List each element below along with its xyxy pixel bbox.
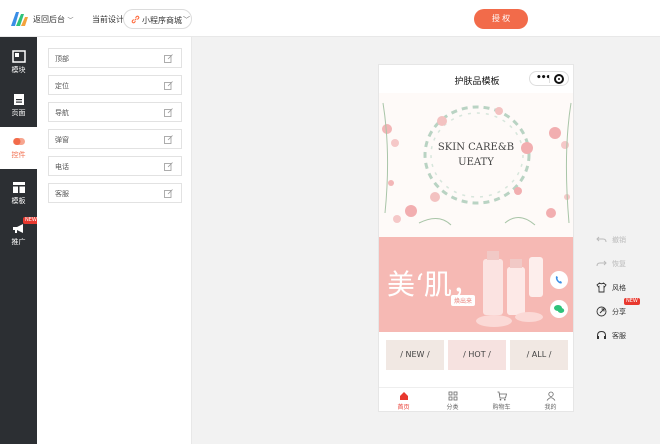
shirt-icon <box>596 282 607 293</box>
phone-icon <box>551 272 567 288</box>
edit-icon[interactable] <box>164 54 173 63</box>
mini-program-select-value: 小程序商城 <box>142 16 182 25</box>
home-icon <box>399 392 408 400</box>
sidebar-item-label: 模块 <box>11 66 26 74</box>
edit-icon[interactable] <box>164 108 173 117</box>
category-all-button[interactable]: / ALL / <box>510 340 568 370</box>
customer-service-button[interactable]: 客服 <box>596 328 656 344</box>
widget-icon <box>12 138 25 145</box>
tab-profile[interactable]: 我的 <box>526 388 573 411</box>
template-icon <box>12 182 25 193</box>
phone-title-bar: 护肤品模板 ••• <box>379 65 573 93</box>
sidebar-item-module[interactable]: 模块 <box>0 42 37 82</box>
component-label: 导航 <box>55 109 69 117</box>
app-logo[interactable] <box>9 8 29 28</box>
sidebar-item-label: 页面 <box>11 109 26 117</box>
undo-label: 撤销 <box>612 236 626 244</box>
edit-icon[interactable] <box>164 81 173 90</box>
banner-subtext: 焕出来 <box>451 295 476 306</box>
authorize-button[interactable]: 授 权 <box>474 9 528 29</box>
hero-text: SKIN CARE&B UEATY <box>427 140 525 170</box>
edit-icon[interactable] <box>164 135 173 144</box>
component-label: 定位 <box>55 82 69 90</box>
phone-call-button[interactable] <box>550 271 568 289</box>
redo-button[interactable]: 恢复 <box>596 256 656 272</box>
category-row: / NEW / / HOT / / ALL / <box>379 332 573 382</box>
share-label: 分享 <box>612 308 626 316</box>
chevron-down-icon: ﹀ <box>67 17 74 24</box>
component-item-phone[interactable]: 电话 <box>48 156 182 176</box>
back-to-admin-link[interactable]: 返回后台 ﹀ <box>33 14 74 25</box>
top-bar: 返回后台 ﹀ 当前设计 小程序商城 ﹀ 授 权 <box>0 0 660 37</box>
phone-preview: 护肤品模板 ••• SKIN CARE&B UEATY 美‘肌， 焕出来 / N… <box>378 64 574 412</box>
component-label: 弹窗 <box>55 136 69 144</box>
mini-program-select[interactable]: 小程序商城 ﹀ <box>123 9 192 29</box>
wechat-service-button[interactable] <box>550 300 568 318</box>
headset-icon <box>597 330 606 339</box>
hero-text-line-1: SKIN CARE&B <box>437 142 515 153</box>
component-item-top[interactable]: 顶部 <box>48 48 182 68</box>
left-sidebar: 模块 页面 控件 模板 推广 NEW <box>0 37 39 444</box>
tab-label: 购物车 <box>492 404 511 411</box>
component-panel: 顶部 定位 导航 弹窗 电话 客服 <box>37 37 192 444</box>
wechat-icon <box>551 301 567 317</box>
tab-cart[interactable]: 购物车 <box>477 388 526 411</box>
sidebar-item-widget[interactable]: 控件 <box>0 127 37 169</box>
category-icon <box>448 391 457 401</box>
tab-home[interactable]: 首页 <box>379 388 428 411</box>
link-icon <box>131 15 140 27</box>
customer-service-label: 客服 <box>612 332 626 340</box>
component-item-popup[interactable]: 弹窗 <box>48 129 182 149</box>
component-item-navigation[interactable]: 导航 <box>48 102 182 122</box>
style-label: 风格 <box>612 284 626 292</box>
promo-banner[interactable]: 美‘肌， 焕出来 <box>379 237 573 332</box>
back-to-admin-label: 返回后台 <box>33 15 65 24</box>
sidebar-item-label: 控件 <box>11 151 26 159</box>
component-label: 顶部 <box>55 55 69 63</box>
style-button[interactable]: 风格 <box>596 280 656 296</box>
component-item-location[interactable]: 定位 <box>48 75 182 95</box>
page-icon <box>13 94 24 105</box>
module-icon <box>11 50 26 63</box>
tab-label: 分类 <box>446 404 459 411</box>
new-badge: NEW <box>624 298 640 305</box>
component-label: 客服 <box>55 190 69 198</box>
sidebar-item-label: 推广 <box>11 238 26 246</box>
share-button[interactable]: 分享 NEW <box>596 298 656 320</box>
close-circle-icon <box>554 74 564 84</box>
mini-program-capsule: ••• <box>529 71 569 86</box>
sidebar-item-label: 模板 <box>11 197 26 205</box>
megaphone-icon <box>12 224 23 233</box>
user-icon <box>546 391 555 401</box>
hero-text-line-2: UEATY <box>458 157 494 168</box>
edit-icon[interactable] <box>164 162 173 171</box>
redo-icon <box>596 260 607 267</box>
sidebar-item-promote[interactable]: 推广 NEW <box>0 214 39 254</box>
component-item-customer-service[interactable]: 客服 <box>48 183 182 203</box>
component-label: 电话 <box>55 163 69 171</box>
category-hot-button[interactable]: / HOT / <box>448 340 506 370</box>
undo-icon <box>596 236 607 243</box>
edit-icon[interactable] <box>164 189 173 198</box>
category-new-button[interactable]: / NEW / <box>386 340 444 370</box>
current-design-label: 当前设计 <box>92 15 124 24</box>
sidebar-item-page[interactable]: 页面 <box>0 85 37 125</box>
hero-image[interactable]: SKIN CARE&B UEATY <box>379 93 573 237</box>
chevron-down-icon: ﹀ <box>183 16 190 24</box>
cart-icon <box>497 391 507 401</box>
undo-button[interactable]: 撤销 <box>596 232 656 248</box>
tab-label: 首页 <box>397 404 410 411</box>
redo-label: 恢复 <box>612 260 626 268</box>
tab-category[interactable]: 分类 <box>428 388 477 411</box>
phone-tab-bar: 首页 分类 购物车 我的 <box>379 387 573 411</box>
tab-label: 我的 <box>544 404 557 411</box>
sidebar-item-template[interactable]: 模板 <box>0 173 37 213</box>
share-icon <box>596 306 607 317</box>
